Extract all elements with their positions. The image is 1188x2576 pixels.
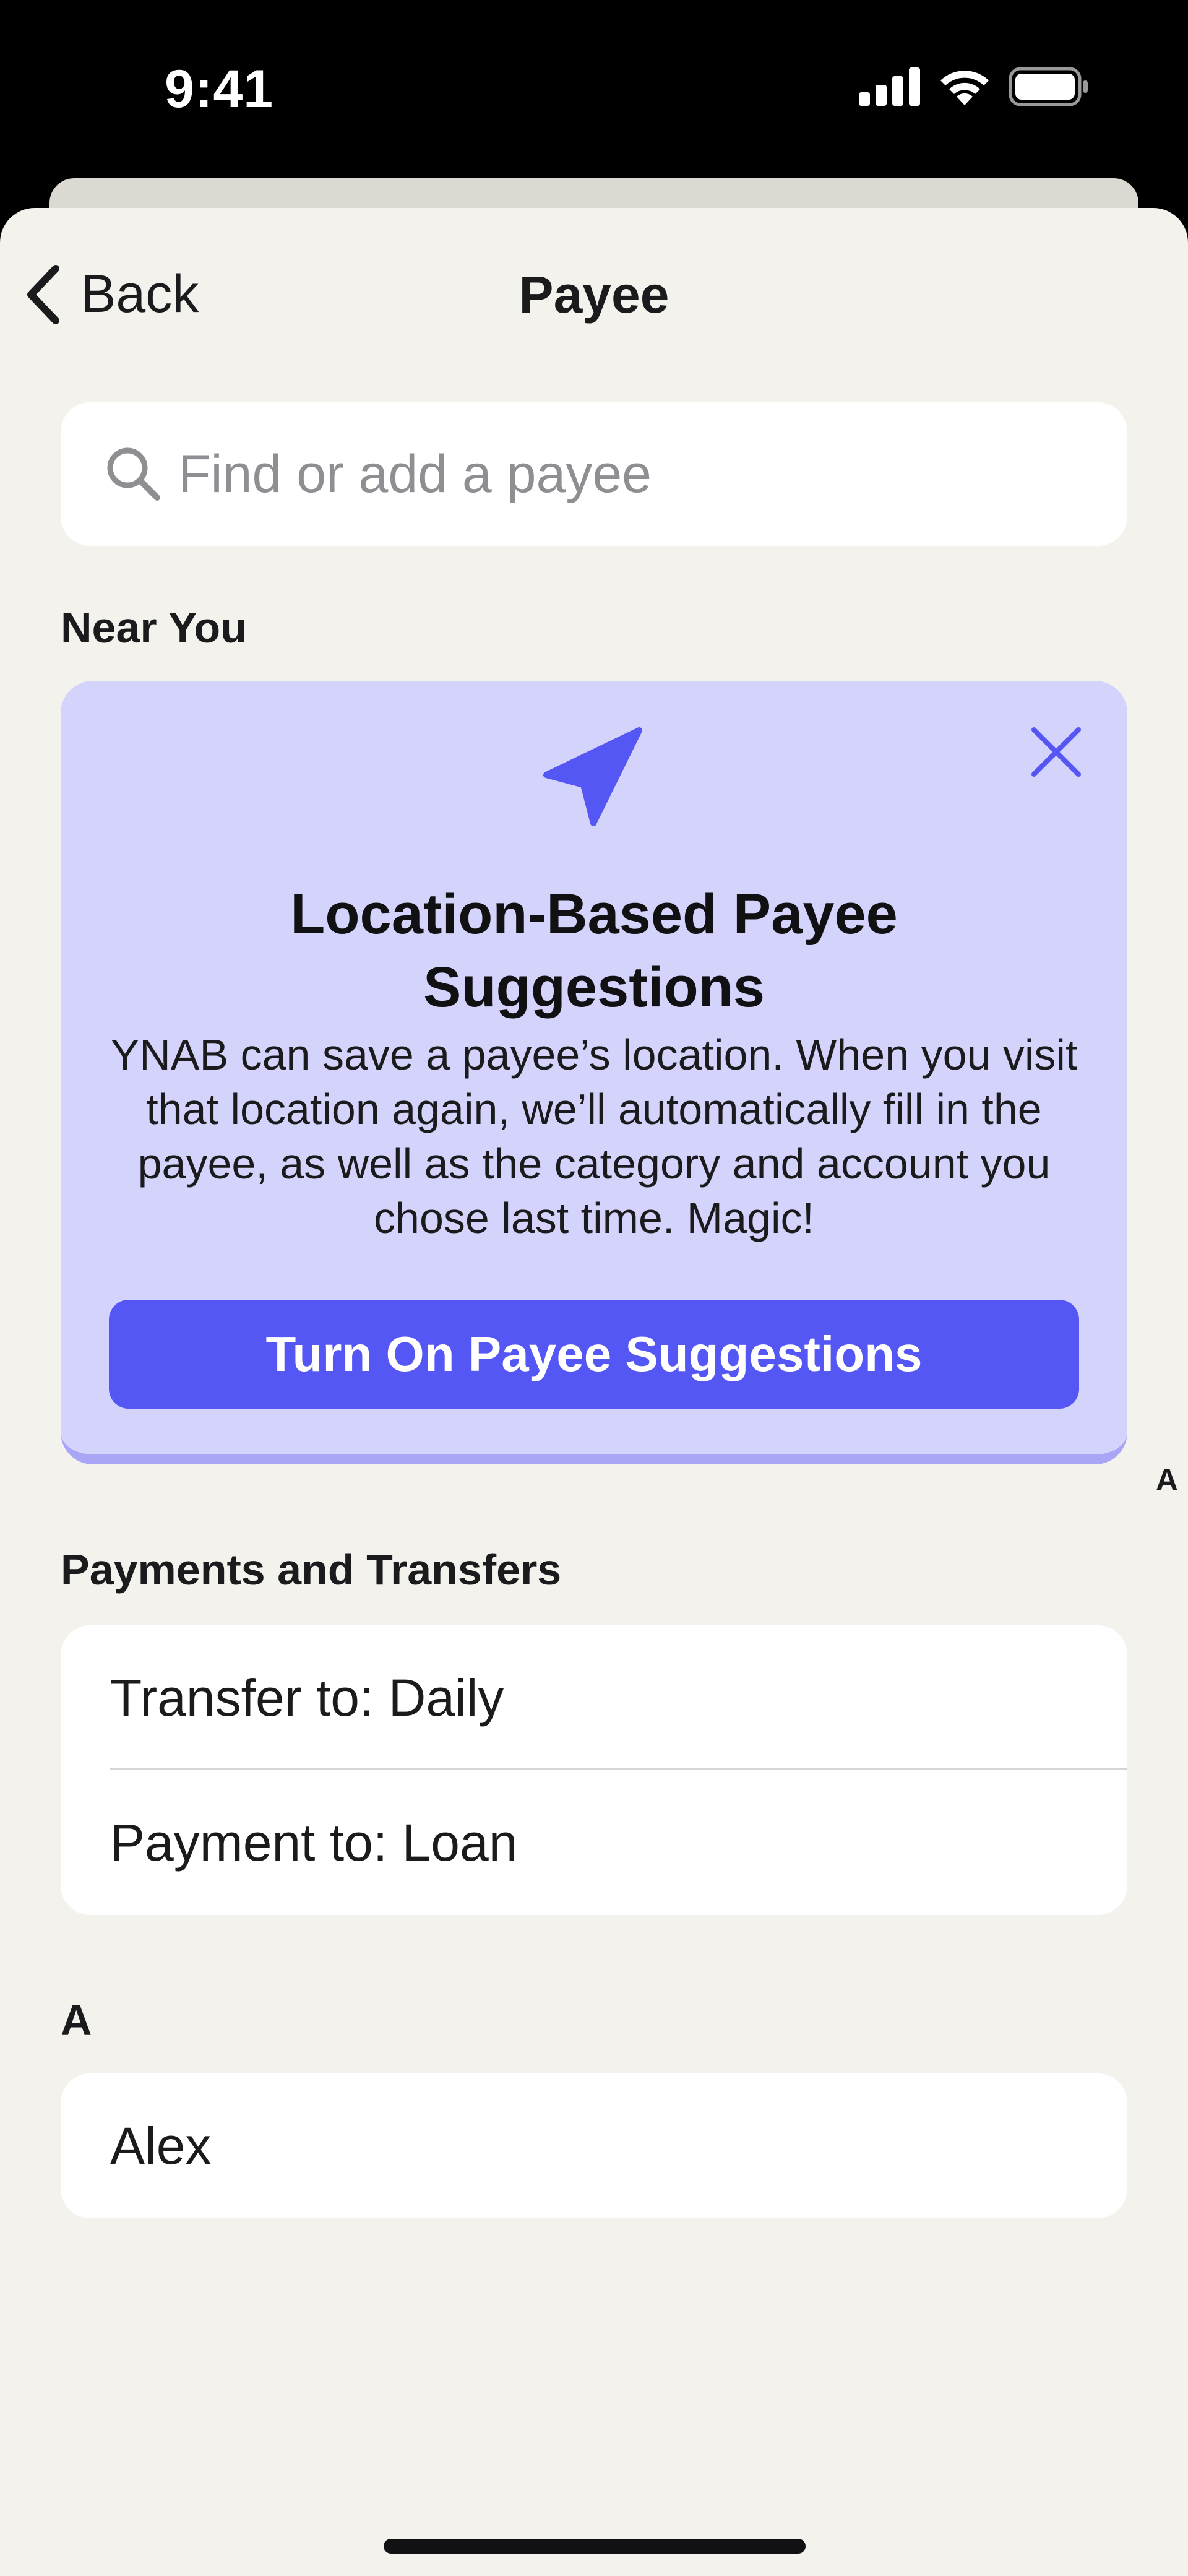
section-header-a: A (61, 1996, 92, 2044)
status-bar: 9:41 (0, 0, 1188, 179)
page-title: Payee (519, 266, 669, 324)
list-item-transfer-daily[interactable]: Transfer to: Daily (61, 1625, 1127, 1770)
status-icons (859, 67, 1089, 106)
payments-transfers-list: Transfer to: Daily Payment to: Loan (61, 1625, 1127, 1915)
search-input[interactable] (178, 439, 1094, 509)
home-indicator (384, 2539, 806, 2554)
payee-sheet: Back Payee Near You Location-Based Payee… (0, 208, 1188, 2576)
payees-a-list: Alex (61, 2073, 1127, 2218)
section-header-near-you: Near You (61, 603, 247, 652)
search-box[interactable] (61, 402, 1127, 546)
index-letter-a[interactable]: A (1156, 1462, 1178, 1498)
cellular-signal-icon (859, 67, 920, 106)
list-item-payment-loan[interactable]: Payment to: Loan (61, 1770, 1127, 1915)
close-promo-button[interactable] (1022, 718, 1090, 786)
location-suggestions-card: Location-Based Payee Suggestions YNAB ca… (61, 681, 1127, 1464)
promo-title: Location-Based Payee Suggestions (290, 883, 898, 1019)
battery-icon (1009, 67, 1088, 106)
section-header-payments-transfers: Payments and Transfers (61, 1545, 562, 1594)
list-item-alex[interactable]: Alex (61, 2073, 1127, 2218)
wifi-icon (940, 71, 989, 105)
search-icon (107, 447, 160, 501)
close-icon (1031, 727, 1081, 777)
location-arrow-icon (543, 727, 642, 826)
turn-on-payee-suggestions-button[interactable]: Turn On Payee Suggestions (109, 1300, 1079, 1409)
status-time: 9:41 (165, 59, 274, 119)
promo-description: YNAB can save a payee’s location. When y… (110, 1031, 1078, 1242)
